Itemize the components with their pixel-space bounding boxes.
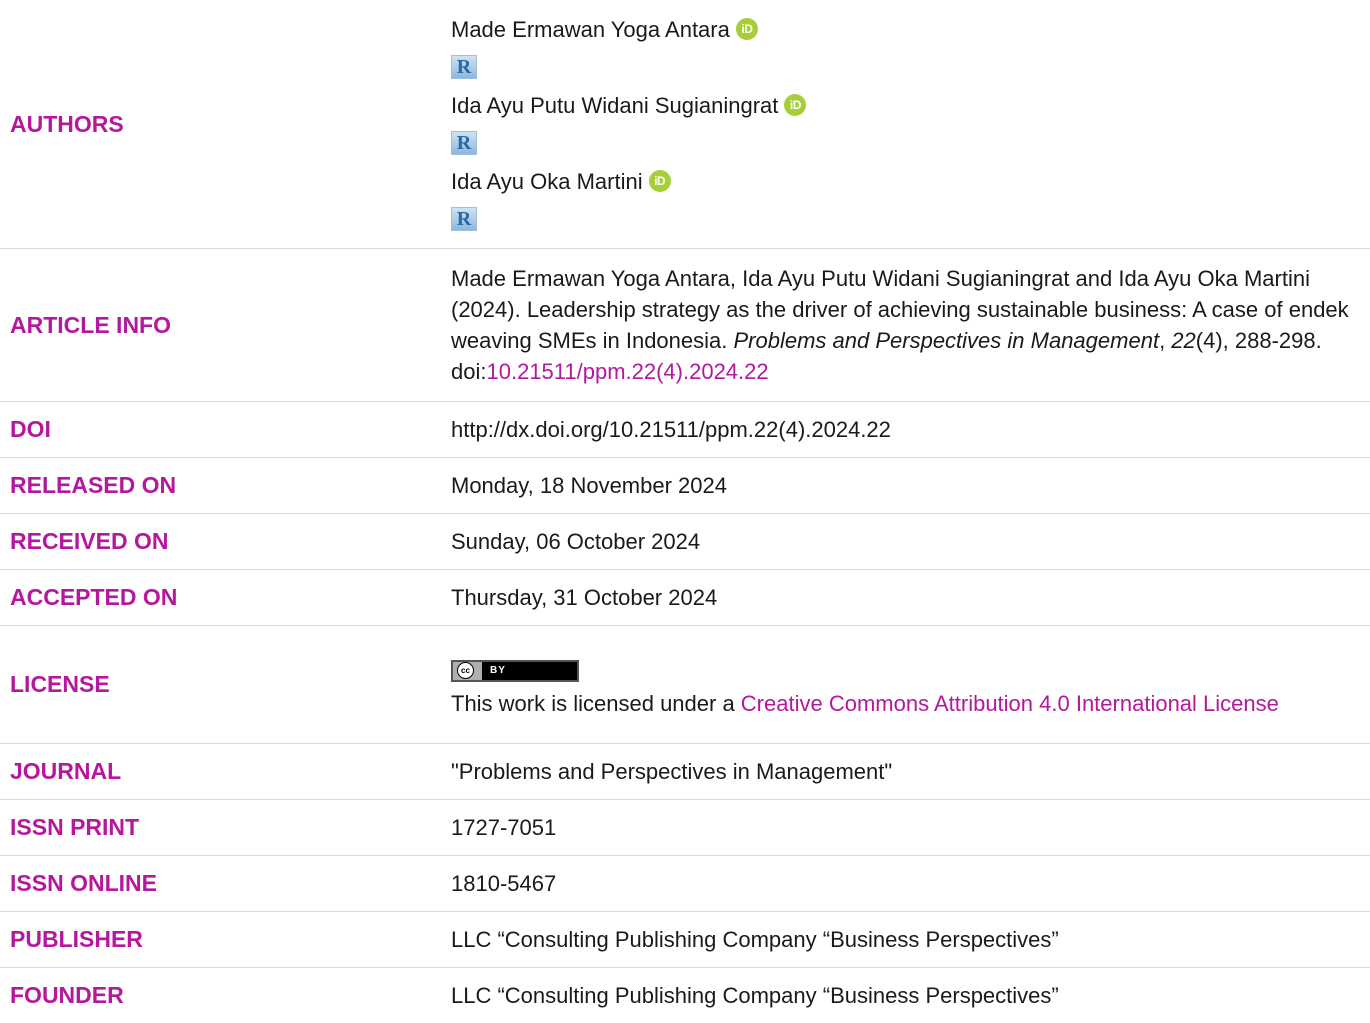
- author-name[interactable]: Ida Ayu Oka Martini: [451, 166, 643, 197]
- label-article-info: ARTICLE INFO: [0, 249, 451, 402]
- row-issn-print: ISSN PRINT 1727-7051: [0, 800, 1370, 856]
- label-publisher: PUBLISHER: [0, 912, 451, 968]
- author-item: Ida Ayu Oka Martini iD: [451, 162, 1350, 200]
- row-founder: FOUNDER LLC “Consulting Publishing Compa…: [0, 968, 1370, 1023]
- license-text: This work is licensed under a Creative C…: [451, 688, 1350, 719]
- label-accepted-on: ACCEPTED ON: [0, 570, 451, 626]
- citation-journal: Problems and Perspectives in Management: [734, 328, 1160, 353]
- article-metadata-table: AUTHORS Made Ermawan Yoga Antara iD R Id…: [0, 0, 1370, 1023]
- author-item: Ida Ayu Putu Widani Sugianingrat iD: [451, 86, 1350, 124]
- accepted-on-value: Thursday, 31 October 2024: [451, 570, 1370, 626]
- author-name[interactable]: Ida Ayu Putu Widani Sugianingrat: [451, 90, 778, 121]
- cc-badge-left: cc: [453, 662, 482, 680]
- citation-volume: 22: [1171, 328, 1195, 353]
- citation-separator: ,: [1159, 328, 1171, 353]
- label-authors: AUTHORS: [0, 0, 451, 249]
- author-researchgate: R: [451, 124, 1350, 162]
- issn-online-value: 1810-5467: [451, 856, 1370, 912]
- row-released-on: RELEASED ON Monday, 18 November 2024: [0, 458, 1370, 514]
- article-citation: Made Ermawan Yoga Antara, Ida Ayu Putu W…: [451, 249, 1370, 402]
- cc-icon: cc: [457, 662, 474, 679]
- founder-value: LLC “Consulting Publishing Company “Busi…: [451, 968, 1370, 1023]
- citation-doi-link[interactable]: 10.21511/ppm.22(4).2024.22: [486, 359, 768, 384]
- row-accepted-on: ACCEPTED ON Thursday, 31 October 2024: [0, 570, 1370, 626]
- cc-by-badge[interactable]: cc BY: [451, 660, 579, 682]
- label-journal: JOURNAL: [0, 744, 451, 800]
- orcid-icon[interactable]: iD: [649, 170, 671, 192]
- row-license: LICENSE cc BY This work is licensed unde…: [0, 626, 1370, 744]
- cc-by-label: BY: [482, 655, 506, 686]
- researchgate-icon[interactable]: R: [451, 55, 477, 79]
- license-value: cc BY This work is licensed under a Crea…: [451, 626, 1370, 744]
- journal-value: "Problems and Perspectives in Management…: [451, 744, 1370, 800]
- doi-value: http://dx.doi.org/10.21511/ppm.22(4).202…: [451, 402, 1370, 458]
- released-on-value: Monday, 18 November 2024: [451, 458, 1370, 514]
- row-article-info: ARTICLE INFO Made Ermawan Yoga Antara, I…: [0, 249, 1370, 402]
- orcid-icon[interactable]: iD: [784, 94, 806, 116]
- orcid-icon[interactable]: iD: [736, 18, 758, 40]
- author-researchgate: R: [451, 48, 1350, 86]
- authors-list: Made Ermawan Yoga Antara iD R Ida Ayu Pu…: [451, 0, 1370, 249]
- author-researchgate: R: [451, 200, 1350, 238]
- label-issn-print: ISSN PRINT: [0, 800, 451, 856]
- label-license: LICENSE: [0, 626, 451, 744]
- row-received-on: RECEIVED ON Sunday, 06 October 2024: [0, 514, 1370, 570]
- researchgate-icon[interactable]: R: [451, 207, 477, 231]
- row-journal: JOURNAL "Problems and Perspectives in Ma…: [0, 744, 1370, 800]
- row-issn-online: ISSN ONLINE 1810-5467: [0, 856, 1370, 912]
- license-prefix: This work is licensed under a: [451, 691, 741, 716]
- received-on-value: Sunday, 06 October 2024: [451, 514, 1370, 570]
- label-received-on: RECEIVED ON: [0, 514, 451, 570]
- row-authors: AUTHORS Made Ermawan Yoga Antara iD R Id…: [0, 0, 1370, 249]
- publisher-value: LLC “Consulting Publishing Company “Busi…: [451, 912, 1370, 968]
- author-item: Made Ermawan Yoga Antara iD: [451, 10, 1350, 48]
- label-released-on: RELEASED ON: [0, 458, 451, 514]
- license-link[interactable]: Creative Commons Attribution 4.0 Interna…: [741, 691, 1279, 716]
- label-doi: DOI: [0, 402, 451, 458]
- author-name[interactable]: Made Ermawan Yoga Antara: [451, 14, 730, 45]
- row-doi: DOI http://dx.doi.org/10.21511/ppm.22(4)…: [0, 402, 1370, 458]
- label-founder: FOUNDER: [0, 968, 451, 1023]
- researchgate-icon[interactable]: R: [451, 131, 477, 155]
- label-issn-online: ISSN ONLINE: [0, 856, 451, 912]
- row-publisher: PUBLISHER LLC “Consulting Publishing Com…: [0, 912, 1370, 968]
- issn-print-value: 1727-7051: [451, 800, 1370, 856]
